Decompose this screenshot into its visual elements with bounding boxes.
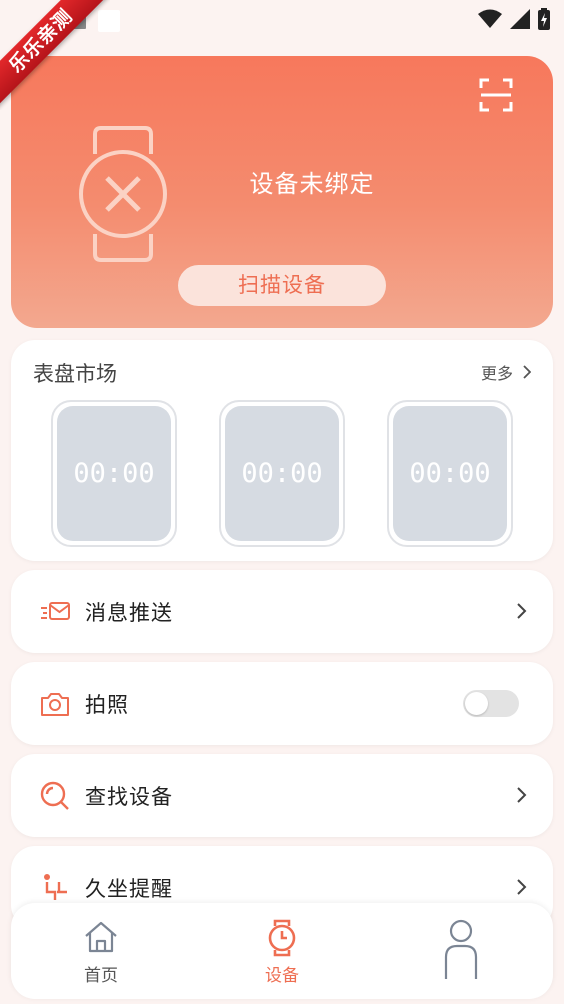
chevron-right-icon	[517, 787, 527, 803]
toggle-knob	[465, 692, 488, 715]
more-label: 更多	[480, 364, 513, 383]
watch-face-item[interactable]: 00:00	[219, 400, 345, 547]
watch-face-preview: 00:00	[393, 406, 507, 541]
row-label: 久坐提醒	[85, 877, 173, 901]
watermark-ribbon: 乐乐亲测	[0, 0, 110, 110]
search-icon	[40, 781, 69, 810]
home-icon	[85, 921, 117, 953]
watermark-text: 乐乐亲测	[0, 0, 110, 110]
tab-label: 设备	[265, 966, 299, 986]
watch-face-preview: 00:00	[57, 406, 171, 541]
camera-row: 拍照	[11, 662, 553, 745]
find-device-row[interactable]: 查找设备	[11, 754, 553, 837]
device-status-text: 设备未绑定	[249, 170, 375, 198]
tab-device[interactable]: 设备	[237, 919, 327, 986]
watch-face-market: 表盘市场 更多 00:00 00:00 00:00	[11, 340, 553, 561]
sitting-icon	[44, 874, 67, 900]
bottom-tab-bar: 首页 设备	[11, 903, 553, 999]
row-label: 消息推送	[85, 601, 173, 625]
chevron-right-icon	[523, 365, 531, 379]
watch-face-item[interactable]: 00:00	[51, 400, 177, 547]
tab-home[interactable]: 首页	[56, 919, 146, 986]
row-label: 查找设备	[85, 785, 173, 809]
profile-icon	[444, 919, 478, 979]
row-label: 拍照	[85, 693, 129, 717]
watch-face-preview: 00:00	[225, 406, 339, 541]
tab-label: 首页	[84, 966, 118, 986]
more-link[interactable]: 更多	[481, 360, 531, 384]
wifi-icon	[478, 9, 502, 28]
camera-icon	[41, 693, 69, 716]
chevron-right-icon	[517, 603, 527, 619]
battery-icon	[538, 8, 550, 30]
section-title: 表盘市场	[33, 362, 117, 386]
tab-profile[interactable]	[416, 919, 506, 979]
message-push-row[interactable]: 消息推送	[11, 570, 553, 653]
signal-icon	[510, 9, 530, 29]
scan-icon[interactable]	[479, 78, 513, 112]
camera-toggle[interactable]	[463, 690, 519, 717]
chevron-right-icon	[517, 879, 527, 895]
mail-icon	[41, 602, 70, 620]
scan-device-button[interactable]: 扫描设备	[178, 265, 386, 306]
watch-face-item[interactable]: 00:00	[387, 400, 513, 547]
watch-icon	[268, 919, 296, 957]
